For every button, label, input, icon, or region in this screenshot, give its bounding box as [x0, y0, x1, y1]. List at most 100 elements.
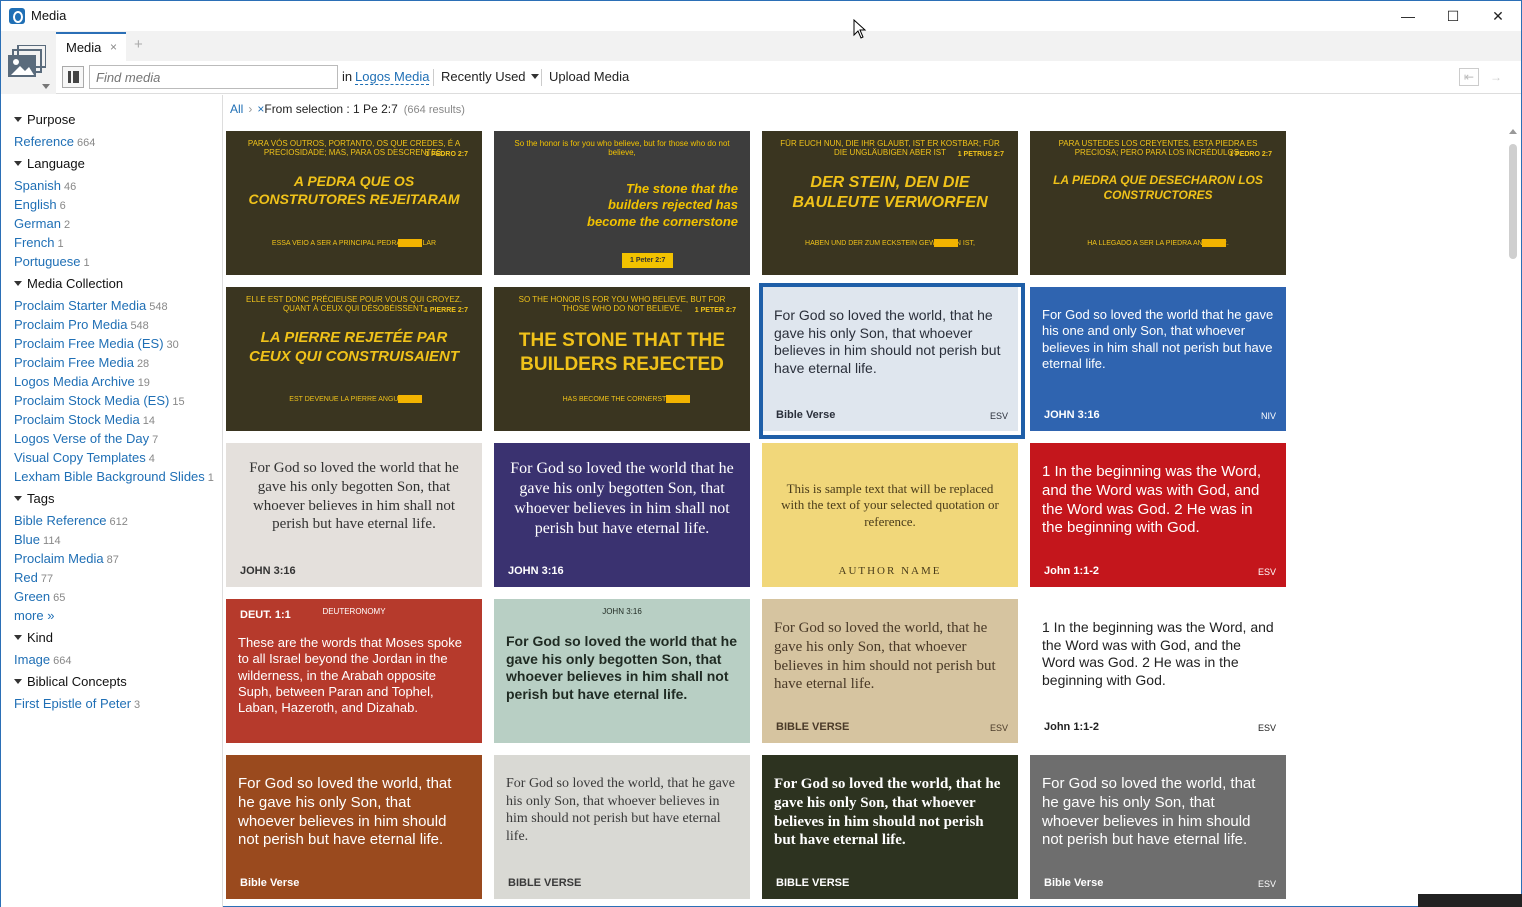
tab-media[interactable]: Media × [56, 32, 126, 62]
facet-title: Purpose [27, 112, 76, 127]
facet-item[interactable]: Image 664 [14, 652, 72, 667]
thumbnail-caption: So the honor is for you who believe, but… [514, 139, 730, 157]
facet-header-kind[interactable]: Kind [14, 630, 53, 645]
minimize-button[interactable]: — [1385, 1, 1431, 31]
facet-item[interactable]: Reference 664 [14, 134, 95, 149]
thumbnail-text: These are the words that Moses spoke to … [238, 635, 463, 715]
media-thumbnail[interactable]: 1 In the beginning was the Word, and the… [1030, 443, 1286, 587]
thumbnail-reference: 1 PEDRO 2:7 [425, 151, 468, 158]
breadcrumb-all-link[interactable]: All [230, 102, 243, 116]
facet-header-language[interactable]: Language [14, 156, 85, 171]
thumbnail-text: 1 In the beginning was the Word, and the… [1042, 463, 1262, 537]
facet-item[interactable]: Blue 114 [14, 532, 61, 547]
maximize-button[interactable]: ☐ [1430, 1, 1476, 31]
facet-item[interactable]: Proclaim Pro Media 548 [14, 317, 149, 332]
facet-item[interactable]: Portuguese 1 [14, 254, 90, 269]
facet-title: Biblical Concepts [27, 674, 127, 689]
media-icon [8, 45, 46, 77]
sort-dropdown[interactable]: Recently Used [441, 69, 539, 84]
facet-item[interactable]: Visual Copy Templates 4 [14, 450, 155, 465]
thumbnail-caption: EST DEVENUE LA PIERRE ANGULAIRE [289, 396, 419, 403]
media-thumbnail[interactable]: FÜR EUCH NUN, DIE IHR GLAUBT, IST ER KOS… [762, 131, 1018, 275]
triangle-down-icon [14, 635, 22, 640]
vertical-scrollbar-thumb[interactable] [1509, 144, 1517, 259]
media-thumbnail[interactable]: SO THE HONOR IS FOR YOU WHO BELIEVE, BUT… [494, 287, 750, 431]
facet-header-media-collection[interactable]: Media Collection [14, 276, 123, 291]
facet-item[interactable]: Red 77 [14, 570, 53, 585]
thumbnail-text: For God so loved the world, that he gave… [238, 775, 452, 849]
forward-arrow-icon[interactable]: → [1488, 68, 1504, 86]
tab-strip [1, 31, 1521, 61]
facet-item[interactable]: Proclaim Stock Media (ES) 15 [14, 393, 185, 408]
facet-item[interactable]: German 2 [14, 216, 70, 231]
facet-header-biblical-concepts[interactable]: Biblical Concepts [14, 674, 127, 689]
thumbnail-reference: John 1:1-2 [1044, 565, 1100, 577]
selection-highlight [759, 283, 1025, 439]
sidebar-toggle-button[interactable] [62, 66, 84, 88]
facet-item[interactable]: Proclaim Stock Media 14 [14, 412, 155, 427]
chevron-down-icon [42, 84, 50, 89]
thumbnail-reference: JOHN 3:16 [240, 565, 296, 577]
facet-label: Logos Verse of the Day [14, 431, 150, 446]
media-thumbnail[interactable]: For God so loved the world, that he gave… [1030, 755, 1286, 899]
thumbnail-text: For God so loved the world that he gave … [1042, 307, 1274, 371]
thumbnail-text: For God so loved the world, that he gave… [774, 776, 1001, 849]
media-thumbnail[interactable]: JOHN 3:16 For God so loved the world that… [494, 599, 750, 743]
facet-item[interactable]: Proclaim Media 87 [14, 551, 119, 566]
back-arrow-icon[interactable]: ⇤ [1459, 68, 1479, 86]
media-thumbnail[interactable]: This is sample text that will be replace… [762, 443, 1018, 587]
media-thumbnail[interactable]: 1 In the beginning was the Word, and the… [1030, 599, 1286, 743]
facet-header-tags[interactable]: Tags [14, 491, 54, 506]
triangle-down-icon [14, 281, 22, 286]
facet-item[interactable]: English 6 [14, 197, 66, 212]
thumbnail-text: THE STONE THAT THE BUILDERS REJECTED [518, 330, 726, 375]
facet-count: 1 [207, 472, 214, 484]
facet-item[interactable]: Logos Media Archive 19 [14, 374, 150, 389]
upload-media-button[interactable]: Upload Media [549, 69, 629, 84]
thumbnail-reference: 1 Peter 2:7 [622, 253, 674, 268]
triangle-down-icon [14, 496, 22, 501]
media-thumbnail[interactable]: PARA VÓS OUTROS, PORTANTO, OS QUE CREDES… [226, 131, 482, 275]
media-thumbnail[interactable]: For God so loved the world that he gave … [1030, 287, 1286, 431]
facet-label: Proclaim Pro Media [14, 317, 128, 332]
more-tags-link[interactable]: more » [14, 608, 54, 623]
media-thumbnail[interactable]: For God so loved the world, that he gave… [494, 755, 750, 899]
facet-item[interactable]: Lexham Bible Background Slides 1 [14, 469, 214, 484]
thumbnail-text: For God so loved the world that he gave … [506, 633, 738, 702]
facet-title: Language [27, 156, 85, 171]
facet-item[interactable]: Proclaim Starter Media 548 [14, 298, 168, 313]
scroll-up-arrow-icon[interactable] [1509, 129, 1517, 134]
facet-item[interactable]: Proclaim Free Media (ES) 30 [14, 336, 179, 351]
add-tab-button[interactable]: + [134, 36, 143, 53]
search-input[interactable] [89, 65, 338, 89]
thumbnail-reference: 1 PIERRE 2:7 [424, 307, 468, 314]
mouse-cursor-icon [853, 19, 867, 39]
facet-item[interactable]: Spanish 46 [14, 178, 76, 193]
scope-link[interactable]: Logos Media [355, 69, 430, 85]
facet-item[interactable]: Green 65 [14, 589, 65, 604]
taskbar-corner [1418, 894, 1522, 907]
facet-count: 114 [43, 535, 61, 547]
media-thumbnail[interactable]: So the honor is for you who believe, but… [494, 131, 750, 275]
media-thumbnail[interactable]: ELLE EST DONC PRÉCIEUSE POUR VOUS QUI CR… [226, 287, 482, 431]
media-thumbnail[interactable]: For God so loved the world, that he gave… [226, 755, 482, 899]
media-thumbnail[interactable]: For God so loved the world that he gave … [494, 443, 750, 587]
media-thumbnail[interactable]: PARA USTEDES LOS CREYENTES, ESTA PIEDRA … [1030, 131, 1286, 275]
media-thumbnail[interactable]: For God so loved the world, that he gave… [762, 599, 1018, 743]
thumbnail-caption: HA LLEGADO A SER LA PIEDRA ANGULAR. [1087, 240, 1229, 247]
media-thumbnail[interactable]: DEUTERONOMY These are the words that Mose… [226, 599, 482, 743]
close-button[interactable]: ✕ [1475, 1, 1521, 31]
thumbnail-reference: BIBLE VERSE [508, 877, 582, 889]
facet-label: Blue [14, 532, 41, 547]
media-thumbnail[interactable]: For God so loved the world, that he gave… [762, 755, 1018, 899]
facet-item[interactable]: First Epistle of Peter 3 [14, 696, 140, 711]
tab-close-icon[interactable]: × [110, 40, 117, 54]
panel-menu-button[interactable] [1, 31, 56, 94]
facet-header-purpose[interactable]: Purpose [14, 112, 75, 127]
facet-item[interactable]: Logos Verse of the Day 7 [14, 431, 158, 446]
facet-item[interactable]: Bible Reference 612 [14, 513, 128, 528]
facet-item[interactable]: Proclaim Free Media 28 [14, 355, 149, 370]
media-thumbnail[interactable]: For God so loved the world that he gave … [226, 443, 482, 587]
accent-bar [1202, 239, 1226, 247]
facet-item[interactable]: French 1 [14, 235, 64, 250]
